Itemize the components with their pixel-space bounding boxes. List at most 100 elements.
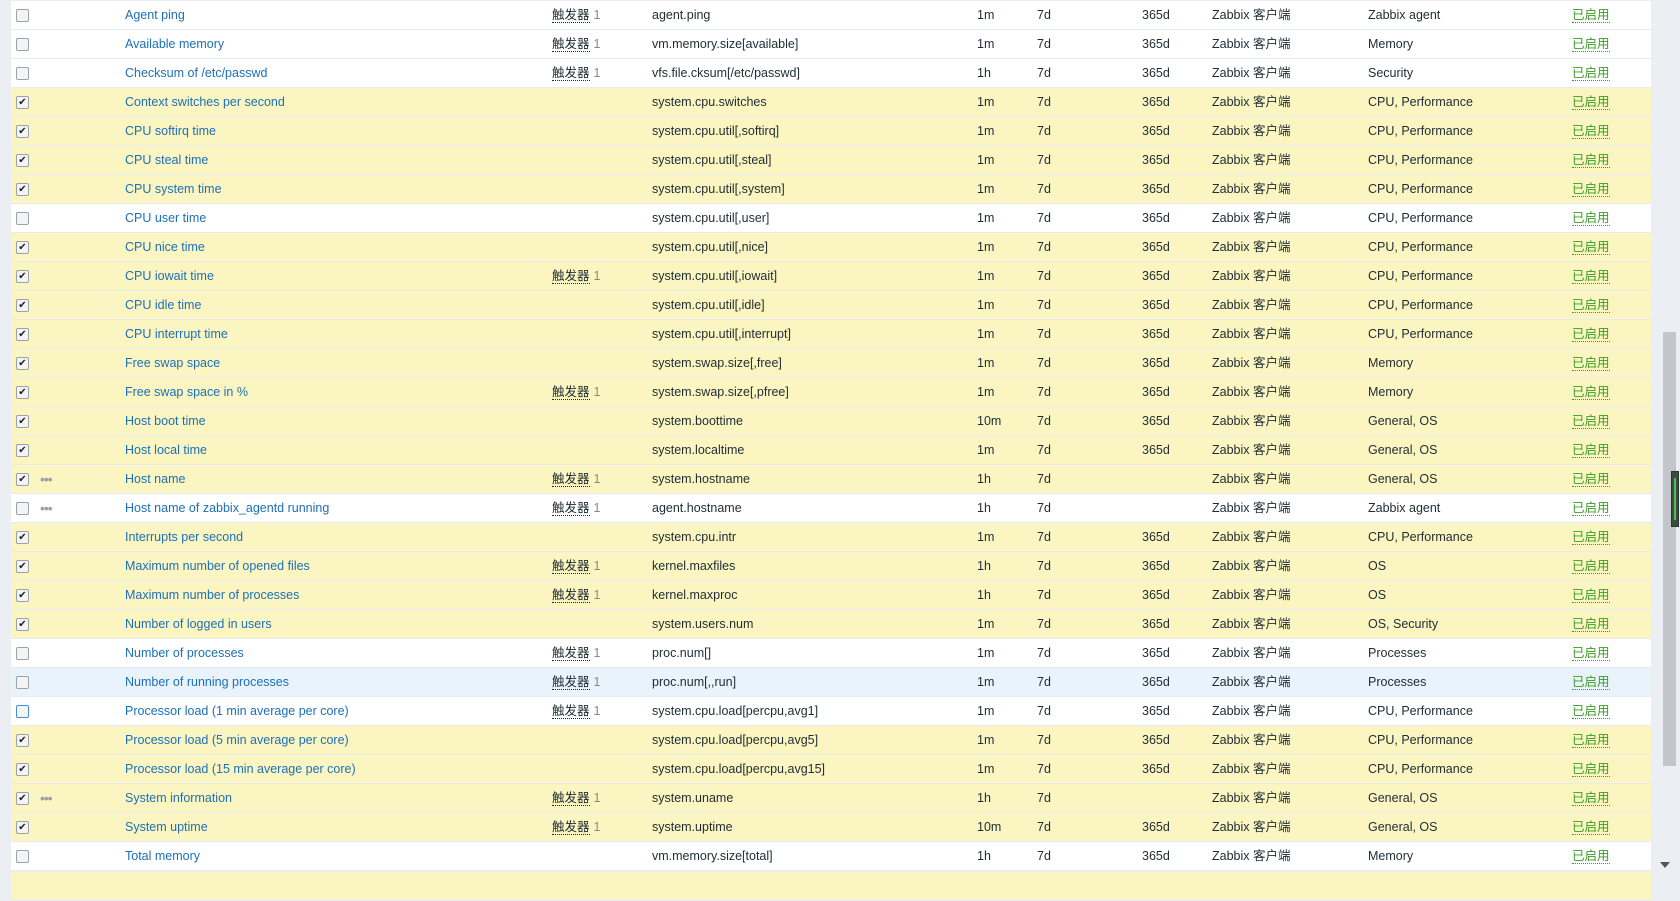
status-toggle[interactable]: 已启用 bbox=[1572, 378, 1610, 406]
triggers-link[interactable]: 触发器 1 bbox=[552, 581, 600, 609]
row-checkbox[interactable]: ✔ bbox=[16, 241, 29, 254]
item-name-link[interactable]: System information bbox=[125, 784, 232, 812]
triggers-label[interactable]: 触发器 bbox=[552, 8, 590, 23]
item-name-link[interactable]: CPU idle time bbox=[125, 291, 201, 319]
status-toggle[interactable]: 已启用 bbox=[1572, 436, 1610, 464]
status-label[interactable]: 已启用 bbox=[1572, 762, 1610, 777]
row-checkbox[interactable] bbox=[16, 38, 29, 51]
item-name-link[interactable]: Available memory bbox=[125, 30, 224, 58]
row-checkbox[interactable]: ✔ bbox=[16, 154, 29, 167]
item-name-link[interactable]: Agent ping bbox=[125, 1, 185, 29]
status-toggle[interactable]: 已启用 bbox=[1572, 233, 1610, 261]
status-label[interactable]: 已启用 bbox=[1572, 849, 1610, 864]
status-toggle[interactable]: 已启用 bbox=[1572, 494, 1610, 522]
status-toggle[interactable]: 已启用 bbox=[1572, 755, 1610, 783]
item-name-link[interactable]: Processor load (5 min average per core) bbox=[125, 726, 349, 754]
item-name-link[interactable]: CPU steal time bbox=[125, 146, 208, 174]
row-checkbox[interactable]: ✔ bbox=[16, 792, 29, 805]
status-label[interactable]: 已启用 bbox=[1572, 414, 1610, 429]
row-checkbox[interactable]: ✔ bbox=[16, 386, 29, 399]
status-toggle[interactable]: 已启用 bbox=[1572, 146, 1610, 174]
triggers-link[interactable]: 触发器 1 bbox=[552, 465, 600, 493]
triggers-link[interactable]: 触发器 1 bbox=[552, 813, 600, 841]
status-label[interactable]: 已启用 bbox=[1572, 153, 1610, 168]
row-checkbox[interactable]: ✔ bbox=[16, 821, 29, 834]
item-name-link[interactable]: Checksum of /etc/passwd bbox=[125, 59, 267, 87]
row-checkbox[interactable]: ✔ bbox=[16, 270, 29, 283]
status-label[interactable]: 已启用 bbox=[1572, 182, 1610, 197]
item-name-link[interactable]: Maximum number of opened files bbox=[125, 552, 310, 580]
item-name-link[interactable]: CPU system time bbox=[125, 175, 222, 203]
status-label[interactable]: 已启用 bbox=[1572, 530, 1610, 545]
item-name-link[interactable]: Host boot time bbox=[125, 407, 206, 435]
status-toggle[interactable]: 已启用 bbox=[1572, 639, 1610, 667]
triggers-link[interactable]: 触发器 1 bbox=[552, 697, 600, 725]
row-checkbox[interactable] bbox=[16, 212, 29, 225]
status-toggle[interactable]: 已启用 bbox=[1572, 581, 1610, 609]
status-toggle[interactable]: 已启用 bbox=[1572, 668, 1610, 696]
row-checkbox[interactable]: ✔ bbox=[16, 357, 29, 370]
status-label[interactable]: 已启用 bbox=[1572, 704, 1610, 719]
status-toggle[interactable]: 已启用 bbox=[1572, 320, 1610, 348]
status-toggle[interactable]: 已启用 bbox=[1572, 465, 1610, 493]
more-options-icon[interactable]: ••• bbox=[40, 784, 53, 812]
item-name-link[interactable]: Processor load (15 min average per core) bbox=[125, 755, 356, 783]
status-label[interactable]: 已启用 bbox=[1572, 791, 1610, 806]
status-toggle[interactable]: 已启用 bbox=[1572, 407, 1610, 435]
status-label[interactable]: 已启用 bbox=[1572, 356, 1610, 371]
status-toggle[interactable]: 已启用 bbox=[1572, 175, 1610, 203]
status-label[interactable]: 已启用 bbox=[1572, 820, 1610, 835]
item-name-link[interactable]: Number of logged in users bbox=[125, 610, 272, 638]
triggers-link[interactable]: 触发器 1 bbox=[552, 552, 600, 580]
triggers-link[interactable]: 触发器 1 bbox=[552, 262, 600, 290]
row-checkbox[interactable] bbox=[16, 676, 29, 689]
status-toggle[interactable]: 已启用 bbox=[1572, 726, 1610, 754]
item-name-link[interactable]: Number of processes bbox=[125, 639, 244, 667]
status-label[interactable]: 已启用 bbox=[1572, 240, 1610, 255]
triggers-link[interactable]: 触发器 1 bbox=[552, 378, 600, 406]
row-checkbox[interactable]: ✔ bbox=[16, 531, 29, 544]
item-name-link[interactable]: Processor load (1 min average per core) bbox=[125, 697, 349, 725]
scrollbar[interactable] bbox=[1651, 0, 1680, 878]
status-toggle[interactable]: 已启用 bbox=[1572, 204, 1610, 232]
row-checkbox[interactable] bbox=[16, 67, 29, 80]
triggers-label[interactable]: 触发器 bbox=[552, 472, 590, 487]
status-toggle[interactable]: 已启用 bbox=[1572, 262, 1610, 290]
item-name-link[interactable]: Interrupts per second bbox=[125, 523, 243, 551]
row-checkbox[interactable]: ✔ bbox=[16, 299, 29, 312]
row-checkbox[interactable]: ✔ bbox=[16, 444, 29, 457]
triggers-label[interactable]: 触发器 bbox=[552, 704, 590, 719]
row-checkbox[interactable]: ✔ bbox=[16, 618, 29, 631]
item-name-link[interactable]: Free swap space bbox=[125, 349, 220, 377]
status-label[interactable]: 已启用 bbox=[1572, 617, 1610, 632]
scroll-down-arrow-icon[interactable] bbox=[1660, 862, 1670, 868]
triggers-label[interactable]: 触发器 bbox=[552, 791, 590, 806]
more-options-icon[interactable]: ••• bbox=[40, 494, 53, 522]
item-name-link[interactable]: Total memory bbox=[125, 842, 200, 870]
triggers-link[interactable]: 触发器 1 bbox=[552, 30, 600, 58]
triggers-label[interactable]: 触发器 bbox=[552, 269, 590, 284]
triggers-label[interactable]: 触发器 bbox=[552, 385, 590, 400]
triggers-label[interactable]: 触发器 bbox=[552, 646, 590, 661]
row-checkbox[interactable] bbox=[16, 502, 29, 515]
item-name-link[interactable]: Host name of zabbix_agentd running bbox=[125, 494, 329, 522]
triggers-label[interactable]: 触发器 bbox=[552, 37, 590, 52]
triggers-label[interactable]: 触发器 bbox=[552, 588, 590, 603]
triggers-link[interactable]: 触发器 1 bbox=[552, 639, 600, 667]
item-name-link[interactable]: Free swap space in % bbox=[125, 378, 248, 406]
row-checkbox[interactable] bbox=[16, 705, 29, 718]
status-toggle[interactable]: 已启用 bbox=[1572, 59, 1610, 87]
status-label[interactable]: 已启用 bbox=[1572, 733, 1610, 748]
status-toggle[interactable]: 已启用 bbox=[1572, 842, 1610, 870]
status-toggle[interactable]: 已启用 bbox=[1572, 349, 1610, 377]
row-checkbox[interactable]: ✔ bbox=[16, 473, 29, 486]
row-checkbox[interactable]: ✔ bbox=[16, 560, 29, 573]
status-toggle[interactable]: 已启用 bbox=[1572, 1, 1610, 29]
row-checkbox[interactable] bbox=[16, 9, 29, 22]
status-toggle[interactable]: 已启用 bbox=[1572, 88, 1610, 116]
status-label[interactable]: 已启用 bbox=[1572, 327, 1610, 342]
status-toggle[interactable]: 已启用 bbox=[1572, 552, 1610, 580]
triggers-label[interactable]: 触发器 bbox=[552, 559, 590, 574]
status-label[interactable]: 已启用 bbox=[1572, 472, 1610, 487]
triggers-link[interactable]: 触发器 1 bbox=[552, 784, 600, 812]
